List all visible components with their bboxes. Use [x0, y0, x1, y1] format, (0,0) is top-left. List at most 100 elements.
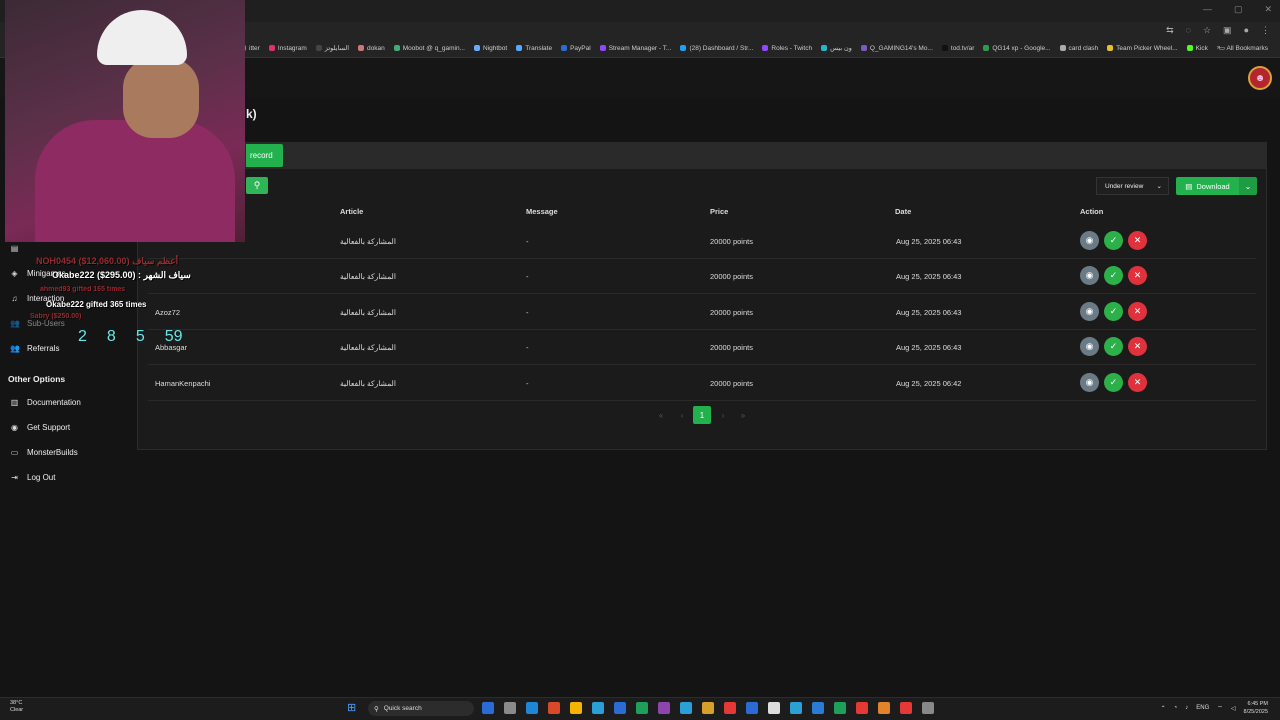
taskbar-app-icon[interactable] [790, 702, 802, 714]
view-button[interactable]: ◉ [1080, 231, 1099, 250]
taskbar-app-icon[interactable] [922, 702, 934, 714]
bookmark-item[interactable]: Moobot @ q_gamin... [393, 44, 465, 52]
taskbar-app-icon[interactable] [812, 702, 824, 714]
view-button[interactable]: ◉ [1080, 337, 1099, 356]
bookmark-item[interactable]: ون بيس [821, 44, 852, 52]
minimize-icon[interactable]: — [1203, 4, 1212, 15]
status-filter-select[interactable]: Under review ⌄ [1096, 177, 1169, 195]
menu-icon[interactable]: ⋮ [1261, 25, 1270, 36]
taskbar-app-icon[interactable] [680, 702, 692, 714]
pagination-next[interactable]: › [714, 406, 732, 424]
view-button[interactable]: ◉ [1080, 302, 1099, 321]
volume-icon[interactable]: ◁ [1231, 705, 1236, 712]
approve-button[interactable]: ✓ [1104, 266, 1123, 285]
weather-desc: Clear [10, 707, 24, 713]
clock[interactable]: 6:45 PM 8/25/2025 [1244, 700, 1268, 716]
taskbar-app-icon[interactable] [482, 702, 494, 714]
taskbar-app-icon[interactable] [614, 702, 626, 714]
windows-start-icon[interactable]: ⊞ [347, 702, 359, 714]
pagination-last[interactable]: » [734, 406, 752, 424]
sidebar-item-partial[interactable]: ▤ [10, 244, 19, 253]
bookmark-item[interactable]: Roles - Twitch [762, 44, 812, 52]
bookmark-item[interactable]: Stream Manager - T... [599, 44, 671, 52]
sidebar-item-log-out[interactable]: ⇥ Log Out [10, 473, 55, 482]
taskbar-search[interactable]: ⚲ Quick search [368, 701, 474, 716]
reject-button[interactable]: ✕ [1128, 302, 1147, 321]
taskbar-app-icon[interactable] [746, 702, 758, 714]
eye-icon: ◉ [1085, 377, 1094, 387]
bookmark-item[interactable]: Instagram [268, 44, 307, 52]
sidebar-item-get-support[interactable]: ◉ Get Support [10, 423, 70, 432]
bookmark-item[interactable]: السايلوتز [315, 44, 349, 52]
bookmark-item[interactable]: card clash [1059, 44, 1098, 52]
bookmark-item[interactable]: (28) Dashboard / Str... [680, 44, 753, 52]
taskbar-app-icon[interactable] [658, 702, 670, 714]
add-record-button[interactable]: record [246, 144, 283, 167]
bookmark-item[interactable]: Nightbot [474, 44, 507, 52]
reject-button[interactable]: ✕ [1128, 266, 1147, 285]
sidebar-item-monsterbuilds[interactable]: ▭ MonsterBuilds [10, 448, 78, 457]
all-bookmarks[interactable]: ▭ All Bookmarks [1219, 44, 1268, 52]
taskbar-app-icon[interactable] [834, 702, 846, 714]
wifi-icon[interactable]: ⌔ [1217, 704, 1223, 712]
approve-button[interactable]: ✓ [1104, 337, 1123, 356]
download-button[interactable]: ▤ Download [1176, 177, 1239, 195]
eye-off-icon[interactable]: ◌ [1186, 25, 1191, 36]
reject-button[interactable]: ✕ [1128, 337, 1147, 356]
sidebar-item-sub-users[interactable]: 👥 Sub-Users [10, 319, 65, 328]
x-icon: ✕ [1133, 306, 1142, 316]
search-button[interactable]: ⚲ [246, 177, 268, 194]
taskbar-app-icon[interactable] [636, 702, 648, 714]
taskbar-app-icon[interactable] [592, 702, 604, 714]
bookmark-item[interactable]: Q_GAMING14's Mo... [860, 44, 933, 52]
reject-button[interactable]: ✕ [1128, 373, 1147, 392]
language-indicator[interactable]: ENG [1196, 705, 1209, 711]
bookmark-item[interactable]: Team Picker Wheel... [1107, 44, 1178, 52]
star-icon[interactable]: ☆ [1203, 25, 1211, 36]
download-dropdown-toggle[interactable]: ⌄ [1239, 177, 1257, 195]
chevron-up-icon[interactable]: ⌃ [1161, 705, 1166, 712]
approve-button[interactable]: ✓ [1104, 302, 1123, 321]
view-button[interactable]: ◉ [1080, 373, 1099, 392]
taskbar-app-icon[interactable] [702, 702, 714, 714]
taskbar-app-icon[interactable] [526, 702, 538, 714]
taskbar-app-icon[interactable] [900, 702, 912, 714]
check-icon: ✓ [1109, 306, 1118, 316]
profile-icon[interactable]: ● [1244, 25, 1249, 36]
bookmark-label: tod.tv/ar [950, 44, 975, 52]
network-icon[interactable]: ◔ [1174, 705, 1178, 711]
taskbar-app-icon[interactable] [856, 702, 868, 714]
sidebar-item-documentation[interactable]: ▥ Documentation [10, 398, 81, 407]
taskbar-app-icon[interactable] [504, 702, 516, 714]
reject-button[interactable]: ✕ [1128, 231, 1147, 250]
taskbar-app-icon[interactable] [570, 702, 582, 714]
taskbar-app-icon[interactable] [724, 702, 736, 714]
extensions-icon[interactable]: ▣ [1223, 25, 1232, 36]
bookmark-item[interactable]: QG14 xp - Google... [983, 44, 1051, 52]
weather-widget[interactable]: 38°C Clear [10, 700, 23, 714]
translate-icon[interactable]: ⇆ [1166, 25, 1174, 36]
mic-icon[interactable]: ♪ [1185, 705, 1188, 711]
taskbar-app-icon[interactable] [548, 702, 560, 714]
taskbar-app-icon[interactable] [878, 702, 890, 714]
header-message: Message [526, 207, 558, 216]
close-icon[interactable]: ✕ [1264, 4, 1272, 15]
approve-button[interactable]: ✓ [1104, 373, 1123, 392]
taskbar-app-icon[interactable] [768, 702, 780, 714]
pagination-page-1[interactable]: 1 [693, 406, 711, 424]
maximize-icon[interactable]: ▢ [1234, 4, 1243, 15]
bookmark-item[interactable]: PayPal [561, 44, 591, 52]
pagination-first[interactable]: « [652, 406, 670, 424]
avatar[interactable]: ☻ [1248, 66, 1272, 90]
bookmark-item[interactable]: dokan [358, 44, 385, 52]
sidebar-item-label: MonsterBuilds [27, 448, 78, 457]
bookmark-item[interactable]: tod.tv/ar [941, 44, 975, 52]
bookmark-item[interactable]: Translate [516, 44, 552, 52]
view-button[interactable]: ◉ [1080, 266, 1099, 285]
status-filter-value: Under review [1105, 182, 1144, 190]
approve-button[interactable]: ✓ [1104, 231, 1123, 250]
pagination-prev[interactable]: ‹ [673, 406, 691, 424]
cell-message: - [526, 343, 529, 352]
sidebar-item-referrals[interactable]: 👥 Referrals [10, 344, 59, 353]
bookmark-item[interactable]: Kick [1186, 44, 1208, 52]
